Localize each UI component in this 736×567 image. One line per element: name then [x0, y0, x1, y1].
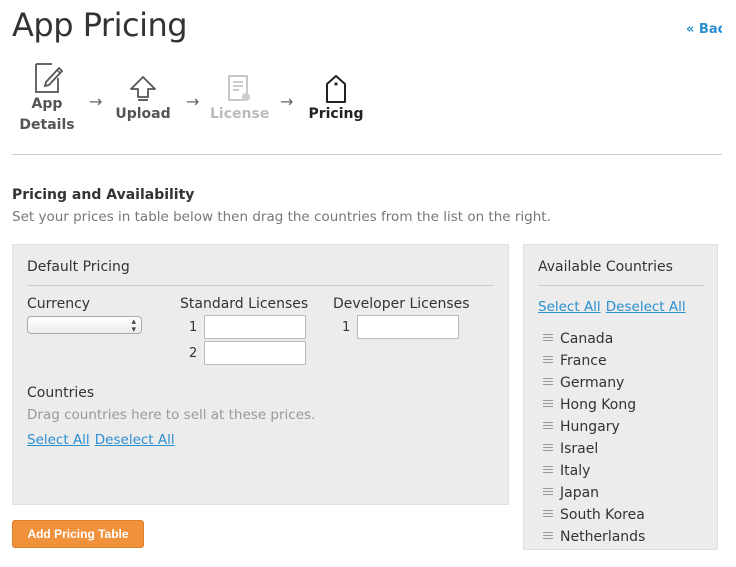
step-app-details[interactable]: App Details — [12, 62, 82, 136]
step-upload[interactable]: Upload — [112, 74, 174, 125]
upload-arrow-icon — [130, 76, 156, 101]
panel-divider — [27, 285, 494, 286]
country-item[interactable]: Germany — [543, 372, 645, 394]
country-name: Hungary — [560, 419, 620, 435]
step-pricing[interactable]: Pricing — [306, 74, 366, 125]
drag-handle-icon[interactable] — [543, 355, 553, 363]
drag-handle-icon[interactable] — [543, 465, 553, 473]
standard-row-number: 2 — [189, 346, 198, 361]
country-name: Netherlands — [560, 529, 646, 545]
available-selection-links: Select All Deselect All — [538, 296, 686, 315]
country-name: Italy — [560, 463, 591, 479]
step-label: Details — [19, 117, 75, 133]
select-all-link[interactable]: Select All — [538, 299, 601, 315]
section-title: Pricing and Availability — [12, 187, 195, 203]
countries-selection-links: Select All Deselect All — [27, 429, 175, 448]
step-license: License — [210, 74, 270, 125]
developer-licenses-label: Developer Licenses — [333, 296, 470, 312]
drag-handle-icon[interactable] — [543, 443, 553, 451]
edit-document-icon — [35, 63, 64, 93]
deselect-all-link[interactable]: Deselect All — [95, 432, 175, 448]
select-all-link[interactable]: Select All — [27, 432, 90, 448]
country-list: Canada France Germany Hong Kong Hungary … — [543, 328, 645, 548]
countries-drop-hint: Drag countries here to sell at these pri… — [27, 407, 316, 423]
panel-title: Default Pricing — [27, 259, 130, 275]
standard-price-2-input[interactable] — [204, 341, 306, 365]
country-name: France — [560, 353, 607, 369]
country-name: Israel — [560, 441, 599, 457]
country-item[interactable]: South Korea — [543, 504, 645, 526]
drag-handle-icon[interactable] — [543, 333, 553, 341]
country-item[interactable]: Israel — [543, 438, 645, 460]
country-name: Japan — [560, 485, 600, 501]
step-arrow: → — [280, 92, 294, 111]
select-caret-icon: ▴ ▾ — [131, 317, 136, 335]
step-arrow: → — [186, 92, 200, 111]
header-divider — [12, 154, 722, 155]
deselect-all-link[interactable]: Deselect All — [606, 299, 686, 315]
country-item[interactable]: Netherlands — [543, 526, 645, 548]
drag-handle-icon[interactable] — [543, 531, 553, 539]
available-countries-title: Available Countries — [538, 259, 673, 275]
available-countries-panel: Available Countries Select All Deselect … — [523, 244, 718, 550]
standard-price-1-input[interactable] — [204, 315, 306, 339]
section-subtitle: Set your prices in table below then drag… — [12, 209, 551, 225]
drag-handle-icon[interactable] — [543, 487, 553, 495]
back-link[interactable]: « Back — [686, 22, 722, 37]
country-item[interactable]: Japan — [543, 482, 645, 504]
panel-divider — [538, 285, 704, 286]
country-item[interactable]: France — [543, 350, 645, 372]
country-item[interactable]: Italy — [543, 460, 645, 482]
country-name: South Korea — [560, 507, 645, 523]
drag-handle-icon[interactable] — [543, 399, 553, 407]
add-pricing-table-button[interactable]: Add Pricing Table — [12, 520, 144, 548]
step-label: Pricing — [308, 106, 364, 122]
price-tag-icon — [326, 75, 346, 103]
drag-handle-icon[interactable] — [543, 509, 553, 517]
developer-price-1-input[interactable] — [357, 315, 459, 339]
country-item[interactable]: Canada — [543, 328, 645, 350]
country-name: Hong Kong — [560, 397, 637, 413]
step-label: License — [210, 106, 270, 122]
license-certificate-icon — [228, 75, 250, 101]
step-arrow: → — [89, 92, 103, 111]
currency-select[interactable]: ▴ ▾ — [27, 316, 142, 335]
step-label: App — [31, 96, 63, 112]
drag-handle-icon[interactable] — [543, 377, 553, 385]
default-pricing-panel: Default Pricing Currency ▴ ▾ Standard Lic… — [12, 244, 509, 505]
country-item[interactable]: Hungary — [543, 416, 645, 438]
countries-label: Countries — [27, 385, 95, 401]
standard-licenses-label: Standard Licenses — [180, 296, 309, 312]
country-name: Canada — [560, 331, 614, 347]
page-title: App Pricing — [12, 6, 188, 44]
drag-handle-icon[interactable] — [543, 421, 553, 429]
currency-label: Currency — [27, 296, 91, 312]
country-name: Germany — [560, 375, 625, 391]
step-label: Upload — [115, 106, 171, 122]
country-item[interactable]: Hong Kong — [543, 394, 645, 416]
developer-row-number: 1 — [342, 320, 351, 335]
standard-row-number: 1 — [189, 320, 198, 335]
